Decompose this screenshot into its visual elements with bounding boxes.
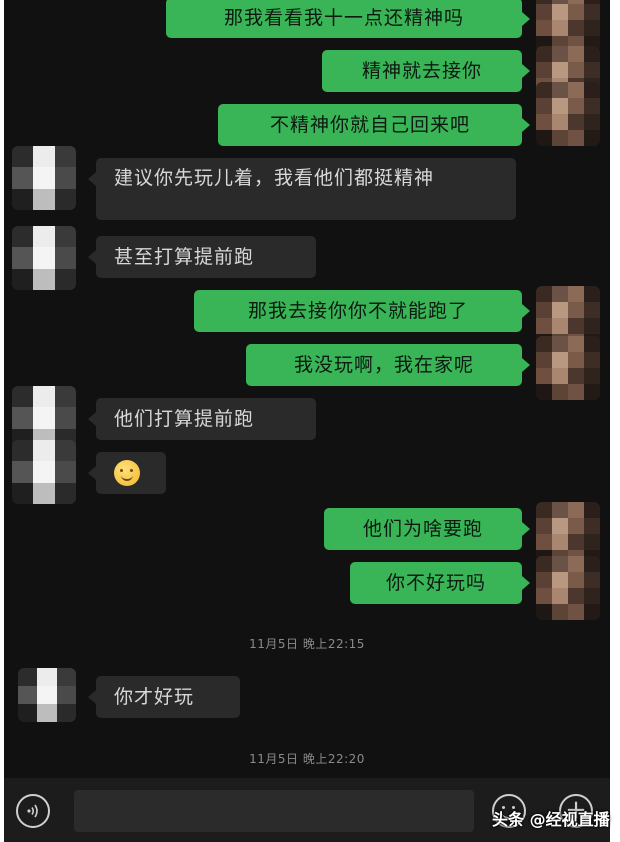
message-text: 你不好玩吗 xyxy=(385,572,486,594)
message-bubble[interactable] xyxy=(88,452,166,494)
message-text: 那我去接你你不就能跑了 xyxy=(247,300,468,322)
contact-avatar[interactable] xyxy=(12,226,76,290)
message-text: 不精神你就自己回来吧 xyxy=(269,114,470,136)
message-bubble[interactable]: 我没玩啊，我在家呢 xyxy=(246,344,530,386)
message-bubble[interactable]: 你才好玩 xyxy=(88,676,240,718)
message-input[interactable] xyxy=(74,790,474,832)
message-row: 你才好玩 xyxy=(88,676,240,718)
my-avatar[interactable] xyxy=(536,556,600,620)
my-avatar[interactable] xyxy=(536,0,600,52)
message-text: 甚至打算提前跑 xyxy=(114,246,255,268)
message-bubble[interactable]: 那我看看我十一点还精神吗 xyxy=(166,0,530,38)
timestamp: 11月5日 晚上22:20 xyxy=(249,752,365,766)
message-text: 精神就去接你 xyxy=(361,60,482,82)
message-row xyxy=(88,452,166,494)
smiley-emoji-icon xyxy=(114,460,140,486)
voice-icon[interactable] xyxy=(16,794,50,828)
message-row: 那我去接你你不就能跑了 xyxy=(194,290,530,332)
voice-wave-icon xyxy=(27,804,38,818)
message-row: 他们为啥要跑 xyxy=(324,508,530,550)
message-bubble[interactable]: 他们为啥要跑 xyxy=(324,508,530,550)
message-row: 那我看看我十一点还精神吗 xyxy=(166,0,530,38)
message-row: 精神就去接你 xyxy=(322,50,530,92)
chat-screen: 那我看看我十一点还精神吗 精神就去接你 不精神你就自己回来吧 建议你先玩儿着，我… xyxy=(4,0,610,842)
message-row: 他们打算提前跑 xyxy=(88,398,316,440)
message-bubble[interactable]: 建议你先玩儿着，我看他们都挺精神 xyxy=(88,158,516,220)
message-bubble[interactable]: 那我去接你你不就能跑了 xyxy=(194,290,530,332)
contact-avatar[interactable] xyxy=(18,668,76,722)
message-row: 甚至打算提前跑 xyxy=(88,236,316,278)
message-text: 他们为啥要跑 xyxy=(362,518,483,540)
message-text: 他们打算提前跑 xyxy=(114,408,255,430)
contact-avatar[interactable] xyxy=(12,146,76,210)
my-avatar[interactable] xyxy=(536,82,600,146)
message-row: 我没玩啊，我在家呢 xyxy=(246,344,530,386)
message-row: 建议你先玩儿着，我看他们都挺精神 xyxy=(88,158,516,220)
message-text: 我没玩啊，我在家呢 xyxy=(293,354,474,376)
message-bubble[interactable]: 他们打算提前跑 xyxy=(88,398,316,440)
message-bubble[interactable]: 精神就去接你 xyxy=(322,50,530,92)
message-bubble[interactable]: 不精神你就自己回来吧 xyxy=(218,104,530,146)
message-text: 建议你先玩儿着，我看他们都挺精神 xyxy=(114,167,435,189)
message-row: 不精神你就自己回来吧 xyxy=(218,104,530,146)
message-text: 那我看看我十一点还精神吗 xyxy=(223,7,464,29)
message-row: 你不好玩吗 xyxy=(350,562,530,604)
message-bubble[interactable]: 甚至打算提前跑 xyxy=(88,236,316,278)
my-avatar[interactable] xyxy=(536,336,600,400)
watermark: 头条 @经视直播 xyxy=(492,810,610,829)
message-text: 你才好玩 xyxy=(114,686,195,708)
timestamp: 11月5日 晚上22:15 xyxy=(249,637,365,651)
contact-avatar[interactable] xyxy=(12,440,76,504)
message-bubble[interactable]: 你不好玩吗 xyxy=(350,562,530,604)
